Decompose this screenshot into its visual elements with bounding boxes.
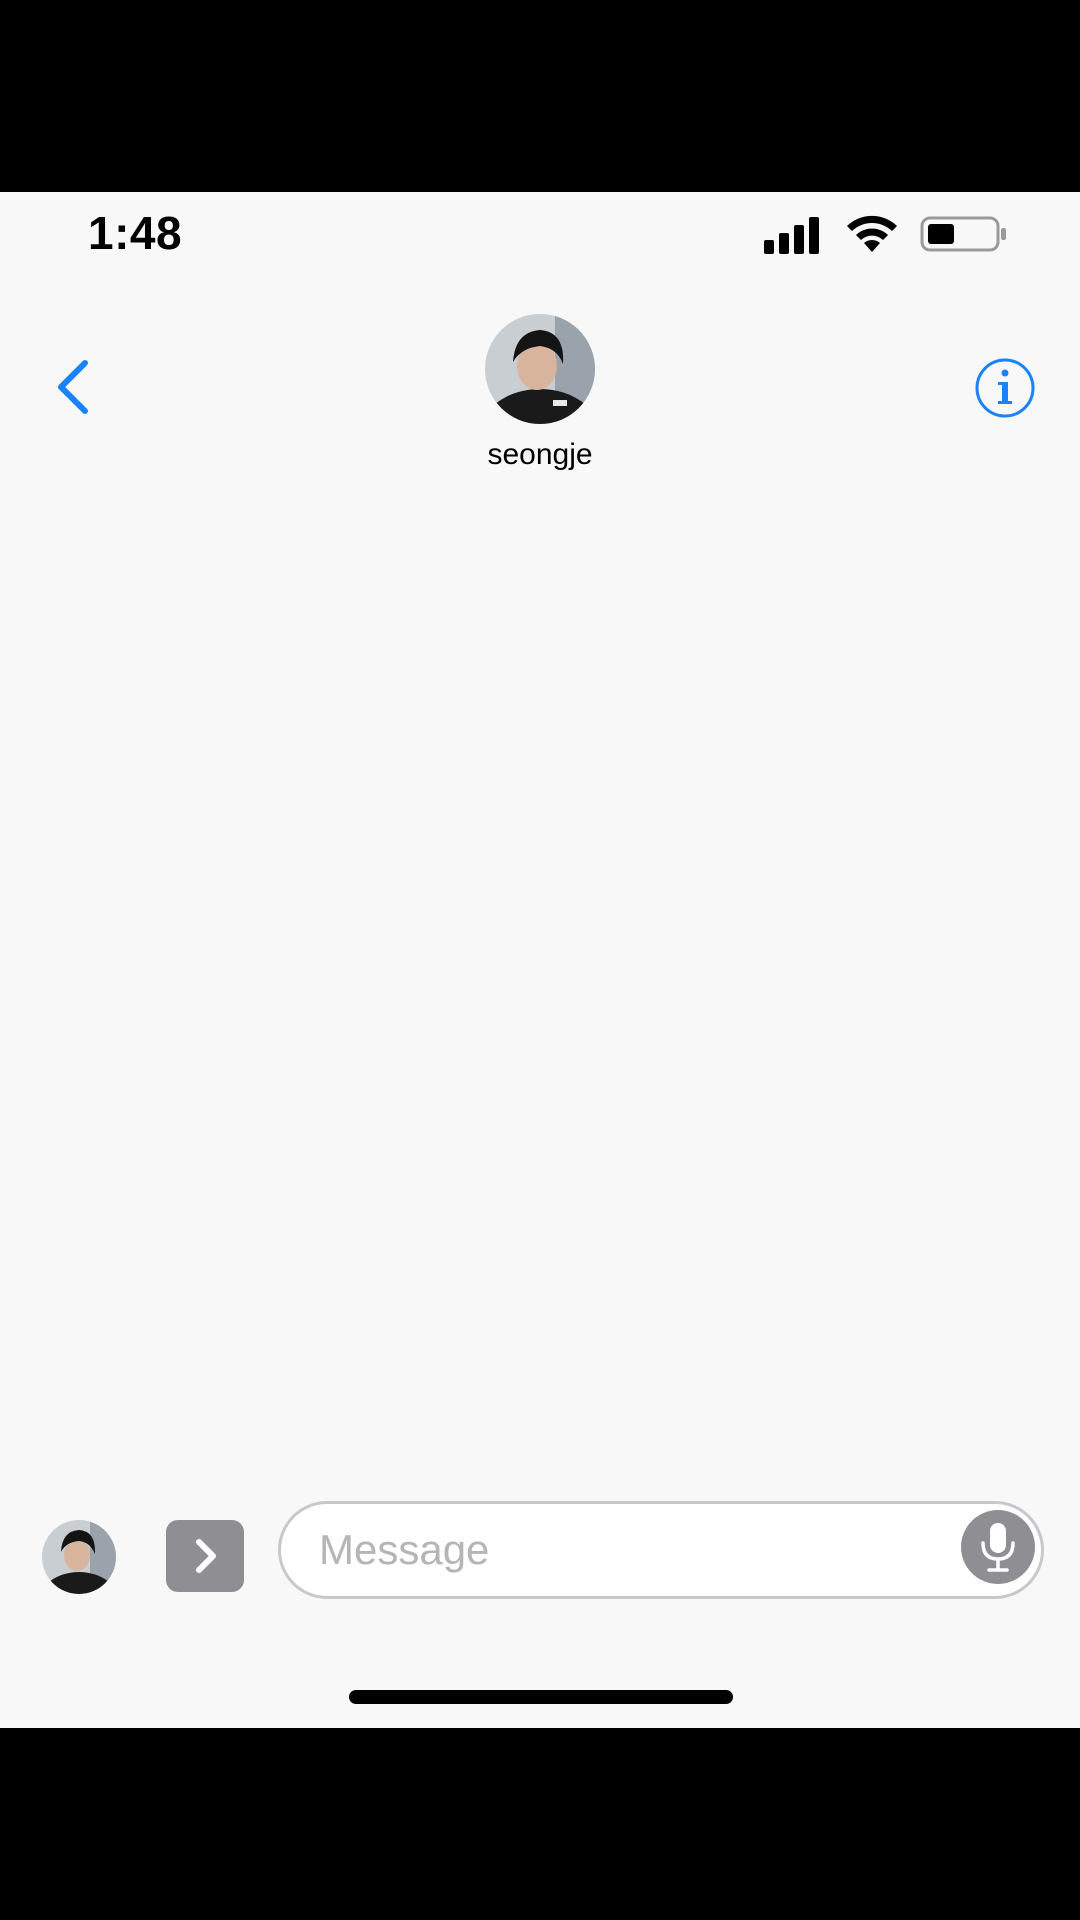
chevron-right-icon [196,1539,216,1573]
wifi-icon [847,215,897,252]
battery-icon [920,216,1006,252]
conversation-area [0,492,1080,1672]
app-drawer-button[interactable] [166,1520,244,1592]
message-field[interactable] [278,1501,1044,1599]
status-icons [764,212,1024,256]
letterbox-top [0,0,1080,192]
info-button[interactable] [974,357,1036,419]
status-time: 1:48 [88,207,183,259]
messages-screen: 1:48 seongje Message [0,192,1080,1728]
memoji-button[interactable] [42,1520,116,1594]
letterbox-bottom [0,1728,1080,1920]
contact-avatar[interactable] [485,314,595,424]
message-input[interactable] [319,1504,919,1596]
cellular-signal-icon [764,217,819,254]
back-button[interactable] [48,352,98,422]
dictation-button[interactable] [961,1510,1035,1584]
contact-photo [485,314,595,424]
info-circle-icon [975,358,1035,418]
home-indicator[interactable] [349,1690,733,1704]
microphone-icon [981,1523,1015,1572]
user-avatar [42,1520,116,1594]
chevron-left-icon [58,360,88,414]
contact-name[interactable]: seongje [0,438,1080,472]
